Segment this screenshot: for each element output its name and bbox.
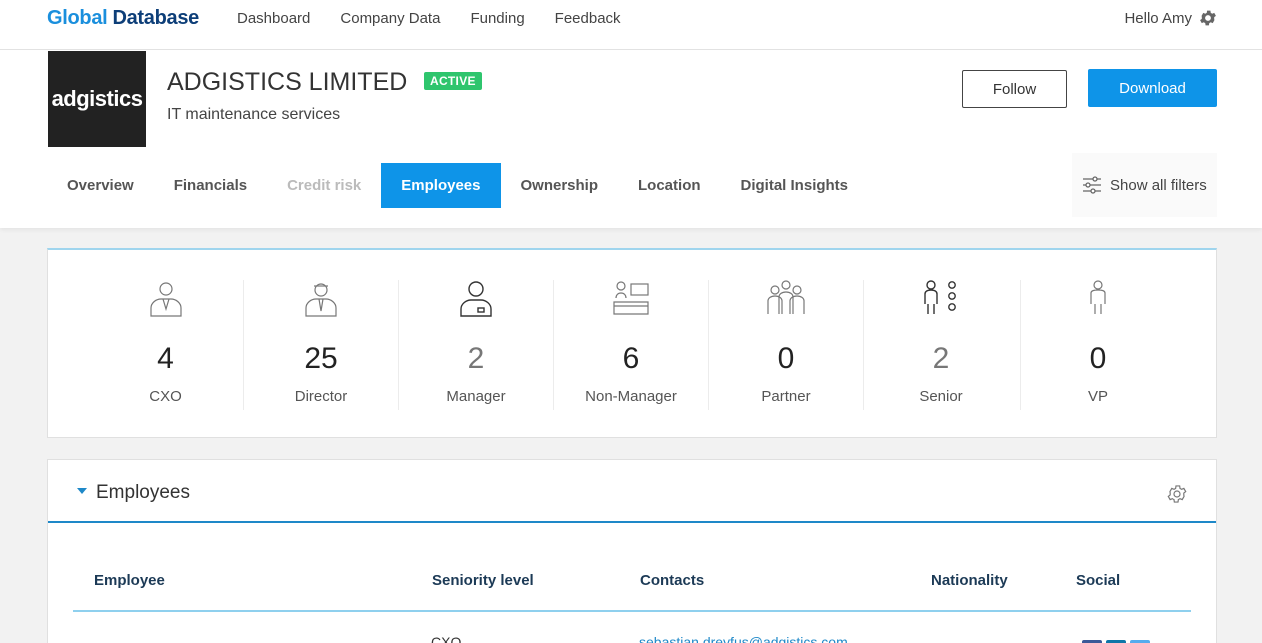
stat-label: Partner <box>761 388 811 405</box>
tab-employees[interactable]: Employees <box>381 163 501 208</box>
table-settings-gear-icon[interactable] <box>1166 483 1188 505</box>
stat-label: VP <box>1087 388 1108 405</box>
stat-value: 0 <box>1089 342 1107 375</box>
tab-location[interactable]: Location <box>618 163 721 208</box>
company-name: ADGISTICS LIMITED <box>167 68 408 96</box>
column-header-contacts[interactable]: Contacts <box>640 572 704 589</box>
stat-label: Director <box>294 388 348 405</box>
main-nav: Dashboard Company Data Funding Feedback <box>237 10 651 27</box>
nav-feedback[interactable]: Feedback <box>555 10 621 27</box>
column-header-employee[interactable]: Employee <box>94 572 165 589</box>
column-header-social[interactable]: Social <box>1076 572 1120 589</box>
company-logo: adgistics <box>48 51 146 147</box>
nav-dashboard[interactable]: Dashboard <box>237 10 310 27</box>
follow-button[interactable]: Follow <box>962 70 1067 108</box>
row-email-link[interactable]: sebastian.dreyfus@adgistics.com <box>639 634 848 643</box>
settings-gear-icon[interactable] <box>1198 8 1218 28</box>
director-icon <box>305 283 337 317</box>
sliders-icon <box>1083 176 1101 194</box>
stat-value: 2 <box>932 342 950 375</box>
stat-manager[interactable]: 2 Manager <box>398 280 553 410</box>
brand-logo-part1: Global <box>47 7 108 29</box>
column-header-nationality[interactable]: Nationality <box>931 572 1008 589</box>
tab-ownership[interactable]: Ownership <box>501 163 619 208</box>
show-all-filters-label: Show all filters <box>1110 176 1207 194</box>
stat-value: 6 <box>622 342 640 375</box>
tab-credit-risk[interactable]: Credit risk <box>267 163 381 208</box>
tab-financials[interactable]: Financials <box>154 163 267 208</box>
download-button[interactable]: Download <box>1088 69 1217 107</box>
manager-icon <box>460 281 492 317</box>
table-header-divider <box>73 610 1191 612</box>
stat-senior[interactable]: 2 Senior <box>863 280 1018 410</box>
nav-funding[interactable]: Funding <box>470 10 524 27</box>
user-greeting[interactable]: Hello Amy <box>1124 10 1192 27</box>
collapse-caret-icon[interactable] <box>77 488 87 494</box>
desk-worker-icon <box>613 281 649 315</box>
stat-value: 0 <box>777 342 795 375</box>
employees-panel: Employees Employee Seniority level Conta… <box>47 459 1217 643</box>
company-header: adgistics ADGISTICS LIMITED ACTIVE IT ma… <box>0 50 1262 228</box>
tab-digital-insights[interactable]: Digital Insights <box>721 163 869 208</box>
employees-title: Employees <box>96 482 190 503</box>
group-icon <box>767 280 805 314</box>
senior-levels-icon <box>924 280 956 314</box>
status-badge: ACTIVE <box>424 72 482 90</box>
stat-partner[interactable]: 0 Partner <box>708 280 863 410</box>
row-seniority: CXO <box>431 634 462 643</box>
show-all-filters-button[interactable]: Show all filters <box>1072 153 1217 217</box>
stat-value: 25 <box>304 342 338 375</box>
tab-overview[interactable]: Overview <box>47 163 154 208</box>
stat-director[interactable]: 25 Director <box>243 280 398 410</box>
stat-cxo[interactable]: 4 CXO <box>88 280 243 410</box>
executive-icon <box>149 282 182 317</box>
seniority-stats-card: 4 CXO 25 Director 2 Manager 6 Non-Manage… <box>47 248 1217 438</box>
stat-label: Senior <box>919 388 963 405</box>
stat-label: Non-Manager <box>585 388 677 405</box>
stat-label: CXO <box>149 388 182 405</box>
stat-non-manager[interactable]: 6 Non-Manager <box>553 280 708 410</box>
brand-logo-part2: Database <box>112 7 199 29</box>
column-header-seniority[interactable]: Seniority level <box>432 572 534 589</box>
nav-company-data[interactable]: Company Data <box>340 10 440 27</box>
stat-vp[interactable]: 0 VP <box>1020 280 1175 410</box>
stat-label: Manager <box>446 388 506 405</box>
employees-panel-header[interactable]: Employees <box>48 460 1216 523</box>
person-icon <box>1090 280 1106 314</box>
brand-logo[interactable]: Global Database <box>47 7 199 30</box>
stat-value: 2 <box>467 342 485 375</box>
company-description: IT maintenance services <box>167 106 341 123</box>
company-tabs: Overview Financials Credit risk Employee… <box>47 163 868 208</box>
stat-value: 4 <box>157 342 174 375</box>
top-navbar: Global Database Dashboard Company Data Fu… <box>0 0 1262 50</box>
